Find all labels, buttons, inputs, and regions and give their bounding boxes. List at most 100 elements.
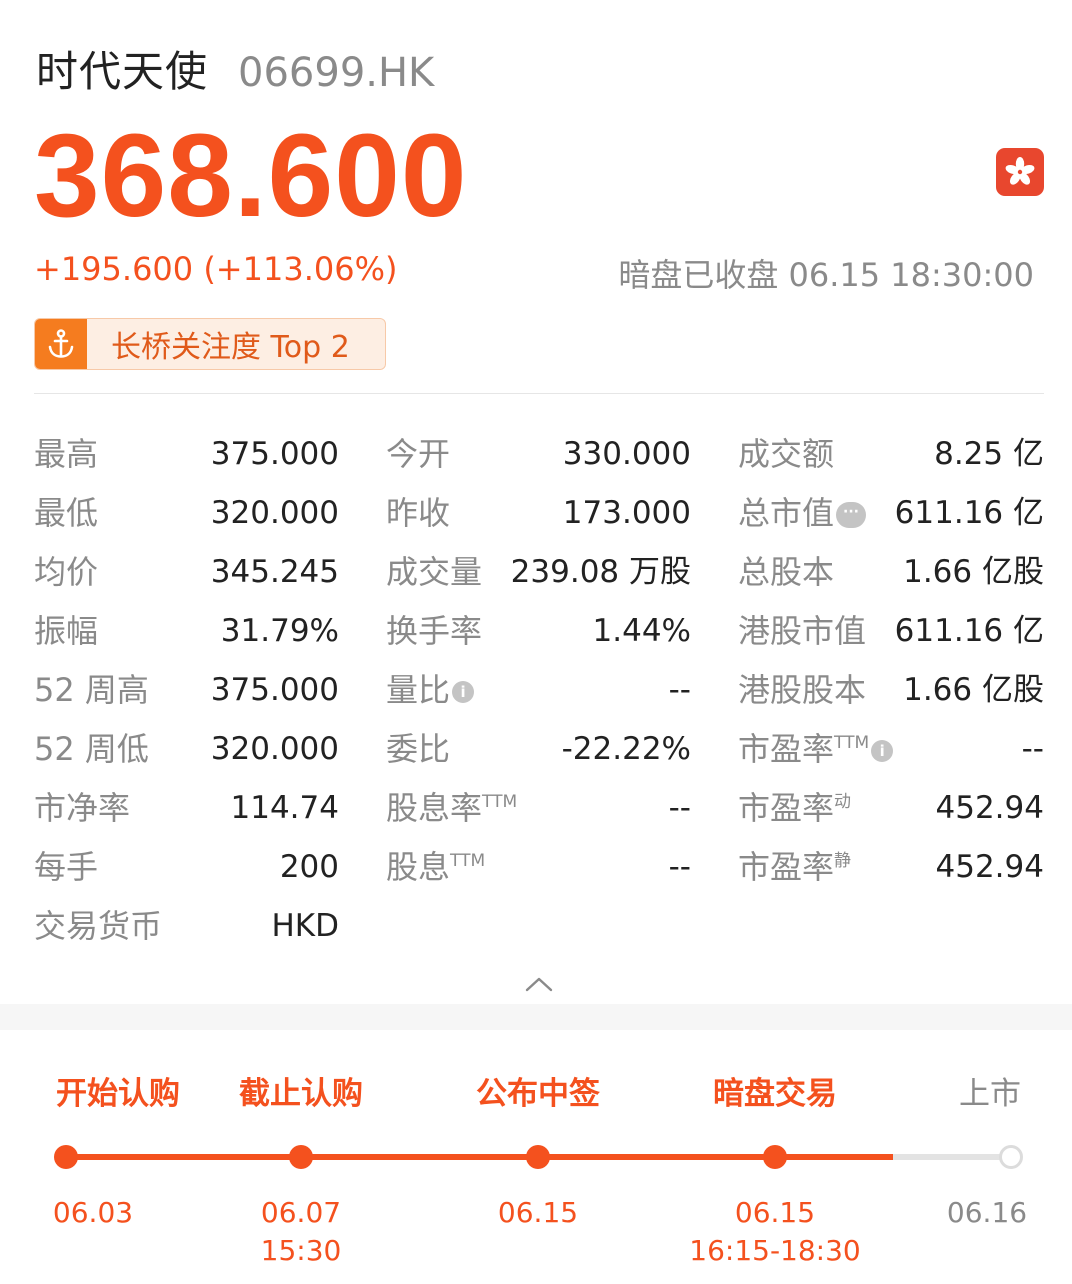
timeline-step-dot [289,1145,313,1169]
stats-row: 最高 375.000 今开 330.000 成交额 8.25 亿 [34,425,1044,484]
stat-value-avg-price: 345.245 [210,554,339,590]
divider [34,393,1044,394]
stat-label-pe-ttm-text: 市盈率 [738,730,835,768]
stat-value-currency: HKD [271,908,339,944]
stat-value-hk-shares: 1.66 亿股 [903,672,1044,708]
timeline-step-date: 06.15 [498,1194,578,1232]
timeline-step-dot [999,1145,1023,1169]
timeline-step-date: 06.15 16:15-18:30 [689,1194,861,1270]
ipo-timeline: 开始认购 06.03 截止认购 06.07 15:30 公布中签 06.15 暗盘… [0,1030,1072,1284]
stats-row: 52 周高 375.000 量比 i -- 港股股本 1.66 亿股 [34,661,1044,720]
timeline-step-label: 开始认购 [56,1076,180,1112]
timeline-step-date-text: 06.15 [497,1196,579,1229]
stat-value-volume: 239.08 万股 [510,554,691,590]
stat-label-hk-market-cap: 港股市值 [738,612,867,650]
price-change: +195.600 (+113.06%) [34,250,398,288]
stat-label-pb: 市净率 [34,789,131,827]
timeline-step-time-text: 15:30 [260,1234,342,1267]
stat-label-pe-static: 市盈率静 [738,838,851,897]
stat-value-turnover-rate: 1.44% [592,613,691,649]
stat-label-amplitude: 振幅 [34,612,99,650]
info-icon[interactable]: i [871,740,894,762]
stock-title-row: 时代天使 06699.HK [36,38,435,96]
stats-row: 振幅 31.79% 换手率 1.44% 港股市值 611.16 亿 [34,602,1044,661]
stat-value-low: 320.000 [210,495,339,531]
stat-label-total-shares: 总股本 [738,553,835,591]
stat-label-dividend-text: 股息 [386,848,451,886]
stat-label-market-cap[interactable]: 总市值 ··· [738,484,867,543]
stats-row: 均价 345.245 成交量 239.08 万股 总股本 1.66 亿股 [34,543,1044,602]
section-separator [0,1004,1072,1030]
timeline-step-label: 公布中签 [476,1076,600,1112]
stat-label-order-ratio: 委比 [386,730,451,768]
stat-label-pe-static-text: 市盈率 [738,848,835,886]
ttm-superscript: TTM [450,851,486,871]
stat-label-open: 今开 [386,435,451,473]
stat-label-52w-high: 52 周高 [34,671,149,709]
stat-label-52w-low: 52 周低 [34,730,149,768]
stat-value-order-ratio: -22.22% [561,731,691,767]
stat-value-pe-ttm: -- [1021,731,1044,767]
stat-value-dividend: -- [668,849,691,885]
timeline-step-date-text: 06.16 [946,1196,1028,1229]
stat-value-lot-size: 200 [279,849,339,885]
attention-badge[interactable]: 长桥关注度 Top 2 [34,318,386,370]
stat-label-hk-shares: 港股股本 [738,671,867,709]
stats-row: 52 周低 320.000 委比 -22.22% 市盈率TTM i -- [34,720,1044,779]
stat-value-open: 330.000 [562,436,691,472]
stat-value-pe-static: 452.94 [935,849,1044,885]
stat-label-lot-size: 每手 [34,848,99,886]
stat-label-dividend: 股息TTM [386,838,485,897]
stat-label-volume-ratio[interactable]: 量比 i [386,661,475,720]
stat-label-volume-ratio-text: 量比 [386,671,451,709]
collapse-chevron-up-icon[interactable] [524,972,554,996]
stat-label-high: 最高 [34,435,99,473]
timeline-step-date-text: 06.15 [734,1196,816,1229]
stat-value-volume-ratio: -- [668,672,691,708]
stat-value-market-cap: 611.16 亿 [894,495,1044,531]
stats-row: 交易货币 HKD [34,897,1044,956]
timeline-track-pending [893,1154,1011,1160]
stat-label-dividend-yield: 股息率TTM [386,779,517,838]
attention-badge-label: 长桥关注度 Top 2 [111,330,350,365]
ttm-superscript: TTM [482,792,518,812]
market-status: 暗盘已收盘 06.15 18:30:00 [618,256,1034,294]
stat-label-pe-dynamic-text: 市盈率 [738,789,835,827]
stat-value-pe-dynamic: 452.94 [935,790,1044,826]
stat-label-market-cap-text: 总市值 [738,494,835,532]
stat-value-dividend-yield: -- [668,790,691,826]
timeline-step-date: 06.07 15:30 [261,1194,342,1270]
timeline-step-date-text: 06.07 [260,1196,342,1229]
stock-code: 06699.HK [238,50,435,96]
stat-value-total-shares: 1.66 亿股 [903,554,1044,590]
change-row: +195.600 (+113.06%) 暗盘已收盘 06.15 18:30:00 [34,250,1034,296]
timeline-step-dot [526,1145,550,1169]
stat-label-low: 最低 [34,494,99,532]
stat-label-pe-ttm[interactable]: 市盈率TTM i [738,720,894,779]
stat-value-amplitude: 31.79% [220,613,339,649]
timeline-step-date-text: 06.03 [52,1196,134,1229]
stat-value-turnover: 8.25 亿 [934,436,1044,472]
timeline-step-date: 06.03 [53,1194,133,1232]
stat-value-52w-low: 320.000 [210,731,339,767]
stat-value-hk-market-cap: 611.16 亿 [894,613,1044,649]
anchor-icon [35,319,87,369]
info-icon[interactable]: i [452,681,475,703]
stat-label-turnover-rate: 换手率 [386,612,483,650]
timeline-step-dot [763,1145,787,1169]
hong-kong-flag-icon [996,148,1044,196]
stats-row: 市净率 114.74 股息率TTM -- 市盈率动 452.94 [34,779,1044,838]
static-superscript: 静 [834,851,852,871]
stat-label-pe-dynamic: 市盈率动 [738,779,851,838]
stat-value-high: 375.000 [210,436,339,472]
stat-value-prev-close: 173.000 [562,495,691,531]
stat-label-turnover: 成交额 [738,435,835,473]
more-info-icon[interactable]: ··· [836,502,867,528]
ttm-superscript: TTM [834,733,870,753]
timeline-step-date: 06.16 [947,1194,1027,1232]
stats-grid: 最高 375.000 今开 330.000 成交额 8.25 亿 最低 320.… [34,425,1044,956]
stat-label-avg-price: 均价 [34,553,99,591]
stock-price: 368.600 [34,110,468,242]
stat-label-prev-close: 昨收 [386,494,451,532]
stat-label-currency: 交易货币 [34,907,163,945]
